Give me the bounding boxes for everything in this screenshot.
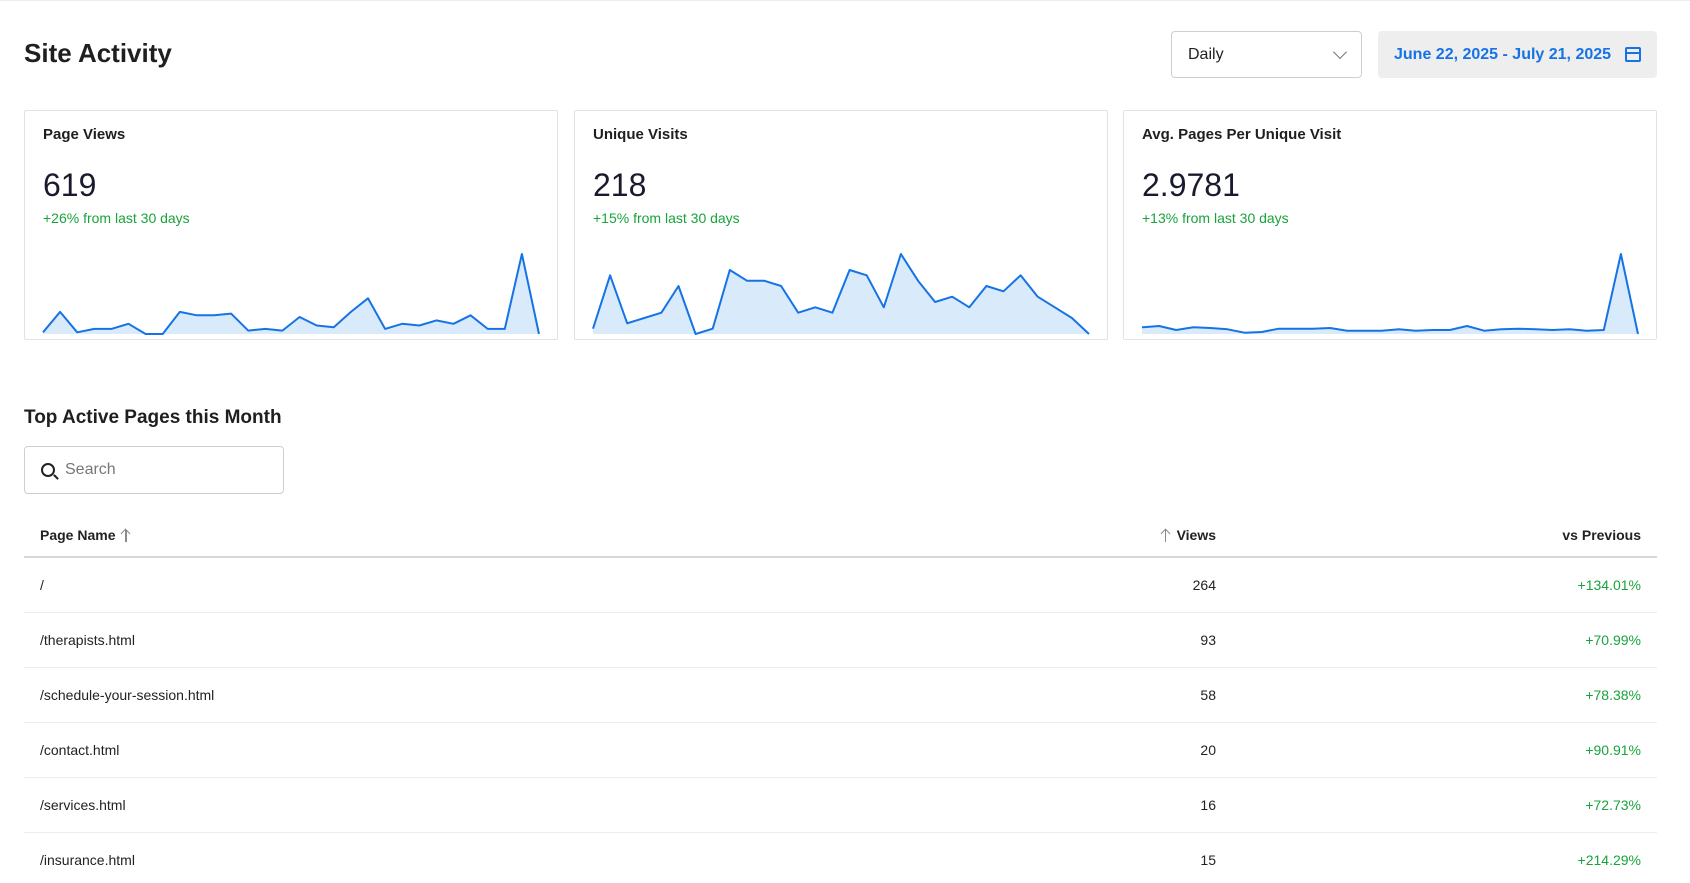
calendar-icon: [1625, 47, 1641, 62]
views-cell: 93: [1200, 632, 1216, 648]
card-value: 619: [43, 167, 97, 203]
views-cell: 20: [1200, 742, 1216, 758]
chevron-down-icon: [1332, 44, 1348, 60]
site-activity-page: Site Activity Daily June 22, 2025 - July…: [24, 0, 1657, 883]
vs-previous-cell: +134.01%: [1577, 577, 1641, 593]
avg-pages-sparkline: [1141, 253, 1639, 335]
sparkline-area: [43, 254, 539, 334]
sort-arrow-up-icon: [121, 528, 131, 542]
views-cell: 58: [1200, 687, 1216, 703]
vs-previous-cell: +70.99%: [1585, 632, 1641, 648]
page-views-card: Page Views 619 +26% from last 30 days: [24, 110, 558, 340]
page-name-cell: /contact.html: [40, 742, 120, 758]
avg-pages-card: Avg. Pages Per Unique Visit 2.9781 +13% …: [1123, 110, 1657, 340]
page-title: Site Activity: [24, 38, 172, 68]
views-cell: 264: [1192, 577, 1216, 593]
table-row[interactable]: / 264 +134.01%: [24, 558, 1657, 613]
column-header-label: Views: [1176, 527, 1216, 543]
column-header-views[interactable]: Views: [1161, 527, 1216, 543]
card-title: Avg. Pages Per Unique Visit: [1142, 126, 1342, 143]
table-row[interactable]: /services.html 16 +72.73%: [24, 778, 1657, 833]
vs-previous-cell: +90.91%: [1585, 742, 1641, 758]
date-range-label: June 22, 2025 - July 21, 2025: [1394, 45, 1612, 63]
unique-visits-sparkline: [592, 253, 1090, 335]
unique-visits-card: Unique Visits 218 +15% from last 30 days: [574, 110, 1108, 340]
views-cell: 15: [1200, 852, 1216, 868]
card-change: +13% from last 30 days: [1142, 210, 1289, 226]
page-name-cell: /schedule-your-session.html: [40, 687, 215, 703]
sort-arrow-up-icon: [1161, 528, 1171, 542]
card-title: Page Views: [43, 126, 126, 143]
search-box[interactable]: [24, 446, 284, 494]
interval-dropdown[interactable]: Daily: [1171, 31, 1362, 78]
table-body: / 264 +134.01% /therapists.html 93 +70.99% /sc…: [24, 558, 1657, 883]
section-title: Top Active Pages this Month: [24, 407, 282, 428]
page-name-cell: /: [40, 577, 44, 593]
column-header-label: Page Name: [40, 527, 116, 543]
table-header: Page Name Views vs Previous: [24, 515, 1657, 558]
page-name-cell: /services.html: [40, 797, 126, 813]
column-header-label: vs Previous: [1562, 527, 1641, 543]
table-row[interactable]: /therapists.html 93 +70.99%: [24, 613, 1657, 668]
page-name-cell: /insurance.html: [40, 852, 135, 868]
card-change: +15% from last 30 days: [593, 210, 740, 226]
column-header-vs-previous[interactable]: vs Previous: [1562, 527, 1641, 543]
sparkline-area: [1142, 254, 1638, 334]
metric-cards: Page Views 619 +26% from last 30 days Un…: [24, 110, 1657, 340]
page-views-sparkline: [42, 253, 540, 335]
card-value: 218: [593, 167, 647, 203]
table-row[interactable]: /schedule-your-session.html 58 +78.38%: [24, 668, 1657, 723]
page-header: Site Activity Daily June 22, 2025 - July…: [24, 28, 1657, 78]
card-title: Unique Visits: [593, 126, 688, 143]
vs-previous-cell: +78.38%: [1585, 687, 1641, 703]
top-pages-table: Page Name Views vs Previous / 264 +134.01%…: [24, 515, 1657, 883]
sparkline-line: [1141, 253, 1639, 335]
date-range-button[interactable]: June 22, 2025 - July 21, 2025: [1378, 31, 1657, 78]
card-change: +26% from last 30 days: [43, 210, 190, 226]
column-header-page-name[interactable]: Page Name: [40, 527, 131, 543]
interval-dropdown-value: Daily: [1188, 45, 1224, 63]
card-value: 2.9781: [1142, 167, 1240, 203]
vs-previous-cell: +72.73%: [1585, 797, 1641, 813]
table-row[interactable]: /insurance.html 15 +214.29%: [24, 833, 1657, 883]
views-cell: 16: [1200, 797, 1216, 813]
search-input[interactable]: [65, 461, 255, 479]
vs-previous-cell: +214.29%: [1577, 852, 1641, 868]
search-icon: [41, 463, 55, 477]
table-row[interactable]: /contact.html 20 +90.91%: [24, 723, 1657, 778]
page-name-cell: /therapists.html: [40, 632, 135, 648]
